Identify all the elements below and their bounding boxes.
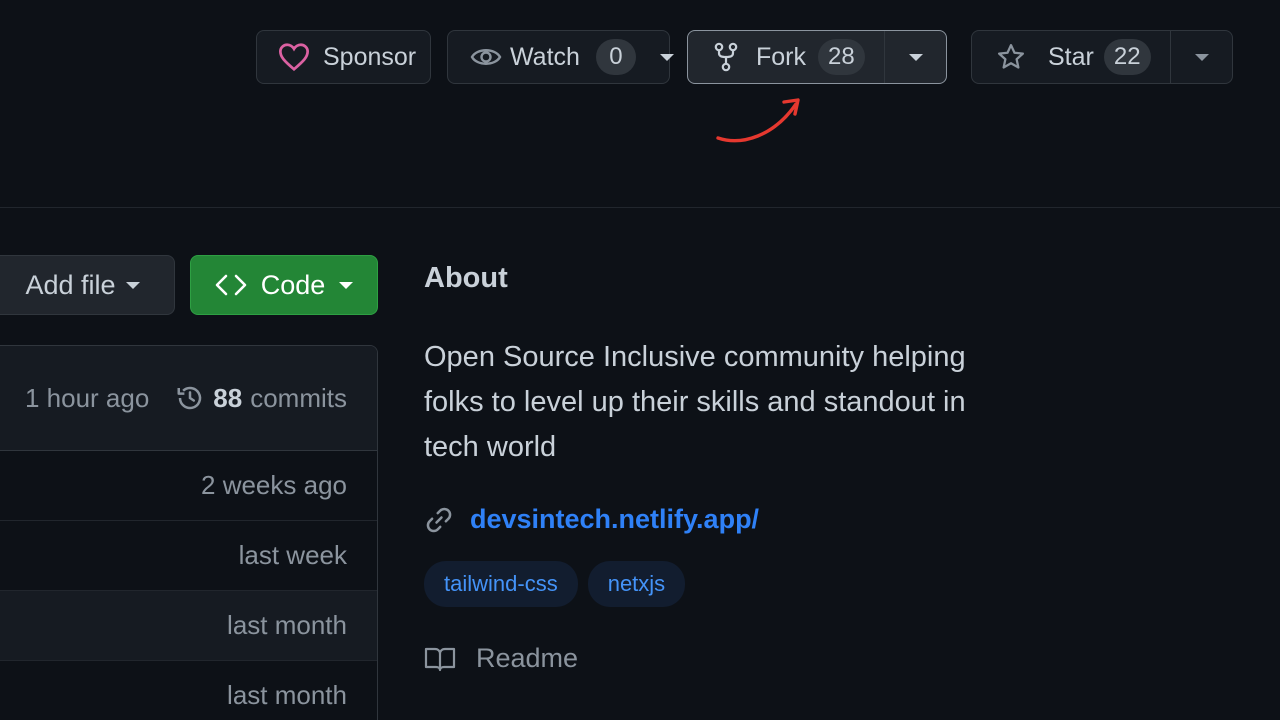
fork-count: 28: [818, 39, 865, 75]
about-title: About: [424, 262, 508, 294]
eye-icon: [470, 44, 502, 70]
file-row[interactable]: last week: [0, 521, 377, 591]
repo-page: Sponsor Watch 0 Fork 28 Star 22 Add file…: [0, 0, 1280, 720]
commits-link[interactable]: 88 commits: [175, 383, 347, 414]
code-label: Code: [260, 269, 326, 300]
fork-label: Fork: [756, 42, 806, 71]
about-panel: About Open Source Inclusive community he…: [424, 262, 984, 674]
link-icon: [424, 505, 454, 535]
latest-commit-bar: 1 hour ago 88 commits: [0, 346, 377, 451]
fork-dropdown[interactable]: [885, 31, 946, 83]
history-icon: [175, 383, 205, 413]
readme-label: Readme: [476, 643, 579, 673]
file-updated[interactable]: 2 weeks ago: [201, 470, 347, 501]
file-row[interactable]: last month: [0, 661, 377, 720]
annotation-arrow: [716, 98, 800, 143]
star-count: 22: [1103, 39, 1151, 75]
fork-dropdown-icon: [908, 53, 923, 61]
sponsor-button[interactable]: Sponsor: [256, 30, 431, 84]
file-updated[interactable]: last month: [227, 680, 347, 711]
fork-icon: [714, 42, 738, 72]
watch-count: 0: [595, 39, 636, 75]
star-dropdown-icon: [1194, 53, 1209, 61]
last-commit-time[interactable]: 1 hour ago: [25, 383, 149, 414]
star-dropdown[interactable]: [1171, 31, 1232, 83]
topic-tag[interactable]: tailwind-css: [424, 561, 578, 607]
star-label: Star: [1048, 42, 1094, 71]
website-link[interactable]: devsintech.netlify.app/: [470, 504, 759, 535]
topics-list: tailwind-css netxjs: [424, 561, 984, 607]
commit-count-label: commits: [250, 382, 347, 413]
header-divider: [0, 207, 1280, 208]
heart-icon: [277, 42, 311, 72]
star-button[interactable]: Star 22: [971, 30, 1233, 84]
file-row[interactable]: last month: [0, 591, 377, 661]
code-icon: [215, 273, 247, 297]
watch-button[interactable]: Watch 0: [447, 30, 674, 84]
topic-tag[interactable]: netxjs: [587, 561, 686, 607]
file-updated[interactable]: last week: [239, 540, 347, 571]
add-file-label: Add file: [25, 269, 116, 300]
website-row: devsintech.netlify.app/: [424, 504, 984, 535]
about-description: Open Source Inclusive community helping …: [424, 341, 966, 463]
book-icon: [424, 645, 456, 673]
file-list: 1 hour ago 88 commits 2 weeks ago last w…: [0, 345, 378, 720]
sponsor-label: Sponsor: [323, 42, 417, 71]
star-icon: [996, 42, 1026, 72]
fork-button[interactable]: Fork 28: [687, 30, 947, 84]
code-button[interactable]: Code: [190, 255, 378, 315]
file-updated[interactable]: last month: [227, 610, 347, 641]
watch-dropdown-icon[interactable]: [659, 53, 674, 61]
readme-link[interactable]: Readme: [424, 643, 984, 674]
add-file-button[interactable]: Add file: [0, 255, 175, 315]
add-file-dropdown-icon: [125, 281, 140, 289]
commit-count: 88: [213, 382, 243, 413]
watch-label: Watch: [510, 42, 580, 71]
code-dropdown-icon: [339, 281, 354, 289]
file-row[interactable]: 2 weeks ago: [0, 451, 377, 521]
